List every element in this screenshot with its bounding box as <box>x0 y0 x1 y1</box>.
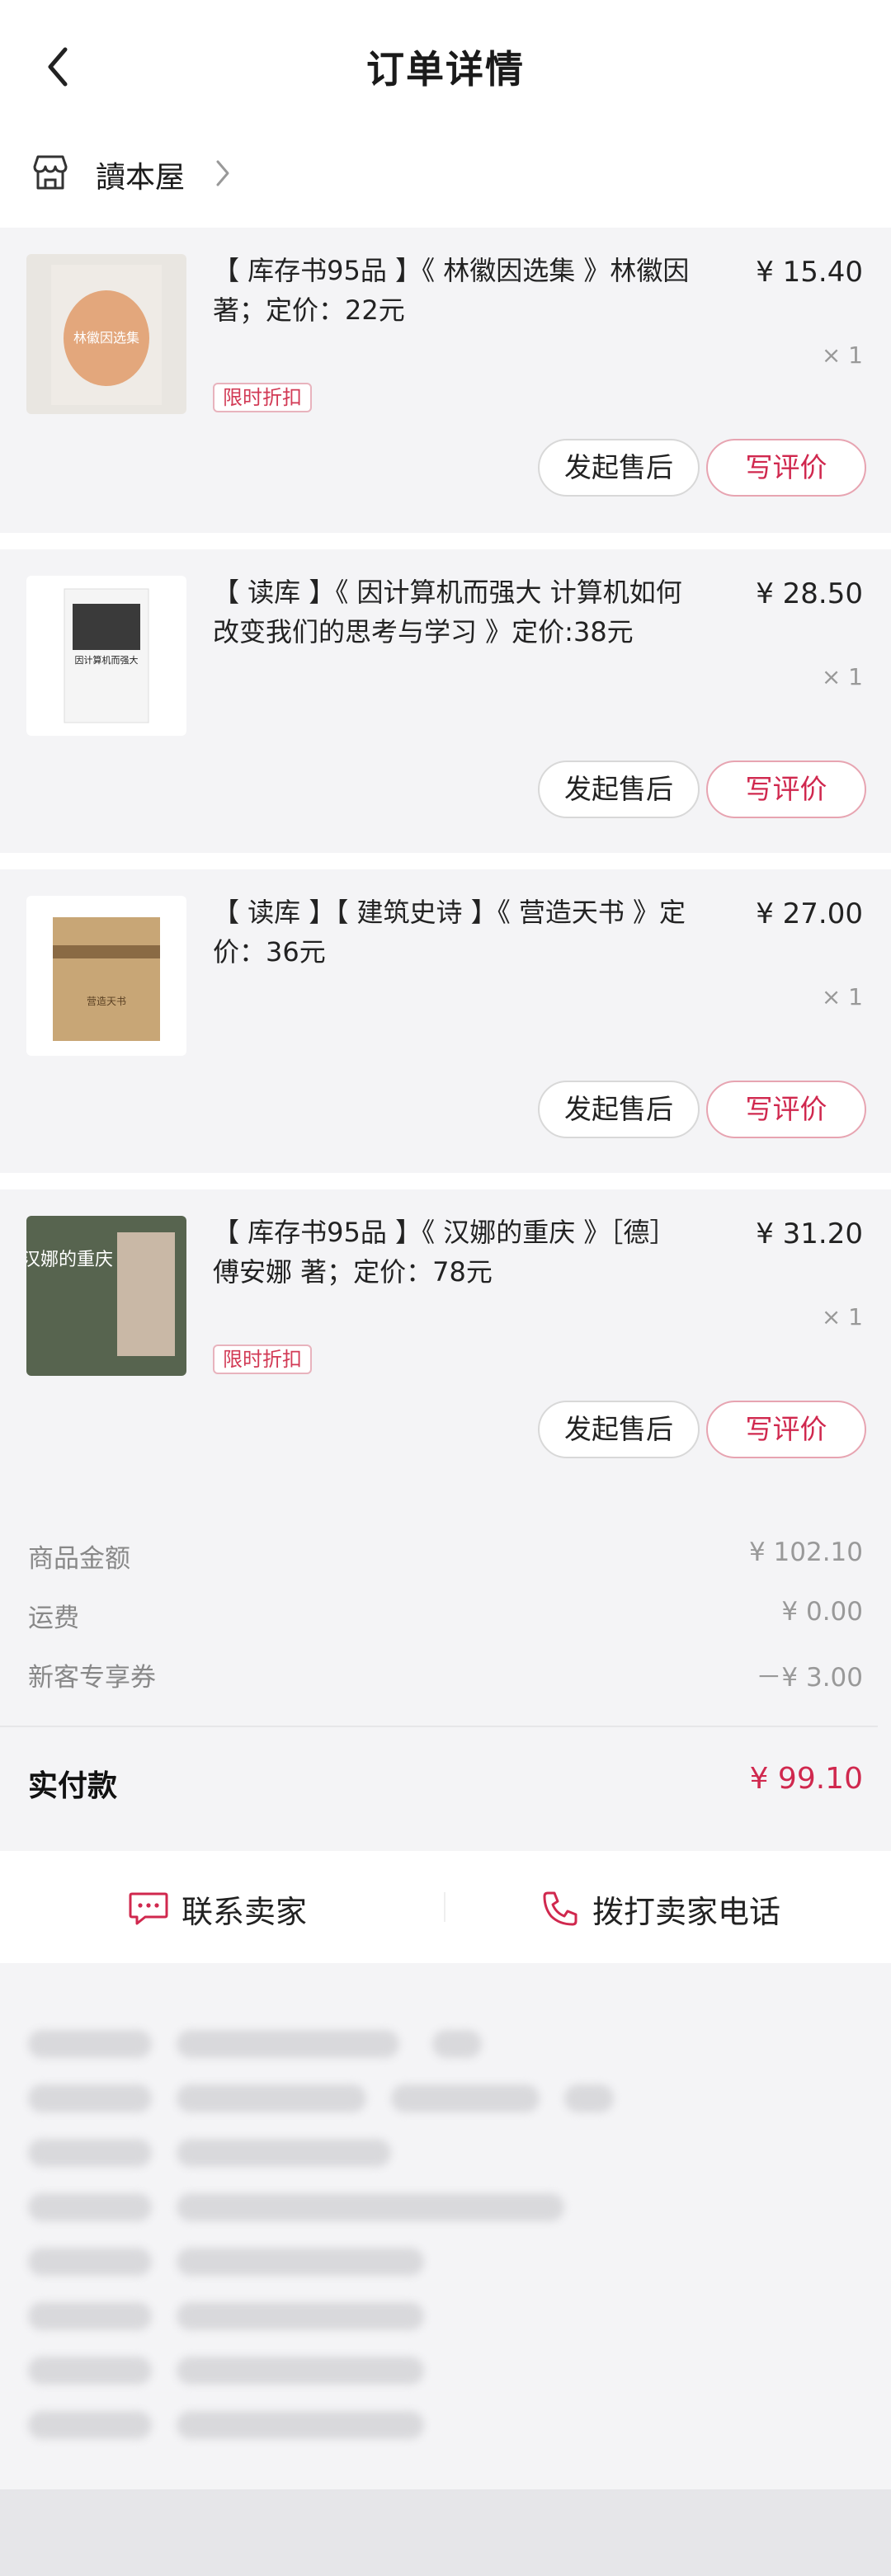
info-row <box>28 2354 424 2387</box>
item-price: ¥ 15.40 <box>756 256 863 289</box>
order-item: 林徽因选集 【 库存书95品 】《 林徽因选集 》林徽因 著；定价：22元 ¥ … <box>0 228 891 533</box>
cover-title: 因计算机而强大 <box>75 654 139 666</box>
store-icon <box>33 155 68 190</box>
info-row <box>28 2082 614 2115</box>
item-quantity: × 1 <box>821 983 863 1010</box>
book-cover[interactable]: 林徽因选集 <box>26 254 186 414</box>
item-separator <box>0 1173 891 1189</box>
item-title[interactable]: 【 库存书95品 】《 林徽因选集 》林徽因 著；定价：22元 <box>213 251 701 330</box>
chat-icon <box>129 1892 168 1925</box>
review-button[interactable]: 写评价 <box>706 1081 866 1138</box>
item-price: ¥ 27.00 <box>756 897 863 930</box>
after-sale-button[interactable]: 发起售后 <box>538 439 700 497</box>
order-item: 因计算机而强大 【 读库 】《 因计算机而强大 计算机如何改变我们的思考与学习 … <box>0 549 891 853</box>
review-button[interactable]: 写评价 <box>706 1401 866 1458</box>
cover-title: 汉娜的重庆 <box>26 1250 113 1270</box>
store-link[interactable]: 讀本屋 <box>0 132 891 228</box>
book-cover-image: 林徽因选集 <box>51 265 162 405</box>
book-cover-image: 因计算机而强大 <box>64 588 149 723</box>
info-row <box>28 2409 424 2442</box>
info-row <box>28 2300 424 2333</box>
coupon-label: 新客专享券 <box>28 1663 156 1693</box>
phone-icon <box>543 1891 578 1926</box>
chevron-right-icon <box>216 160 229 186</box>
promo-badge: 限时折扣 <box>213 383 312 412</box>
after-sale-button[interactable]: 发起售后 <box>538 1081 700 1138</box>
shipping-row: 运费 ¥ 0.00 <box>28 1597 863 1638</box>
coupon-value: －¥ 3.00 <box>756 1663 863 1693</box>
order-info-blurred <box>0 1983 891 2470</box>
info-row <box>28 2136 391 2169</box>
review-button[interactable]: 写评价 <box>706 761 866 818</box>
contact-bar: 联系卖家 拨打卖家电话 <box>0 1851 891 1963</box>
item-quantity: × 1 <box>821 1303 863 1330</box>
book-cover-image: 汉娜的重庆 <box>26 1216 186 1376</box>
goods-amount-row: 商品金额 ¥ 102.10 <box>28 1538 863 1579</box>
price-summary: 商品金额 ¥ 102.10 运费 ¥ 0.00 新客专享券 －¥ 3.00 实付… <box>0 1490 891 1831</box>
contact-seller-label: 联系卖家 <box>182 1893 308 1930</box>
book-cover[interactable]: 营造天书 <box>26 896 186 1056</box>
item-separator <box>0 533 891 549</box>
item-price: ¥ 28.50 <box>756 577 863 610</box>
after-sale-button[interactable]: 发起售后 <box>538 1401 700 1458</box>
after-sale-button[interactable]: 发起售后 <box>538 761 700 818</box>
contact-seller-button[interactable]: 联系卖家 <box>127 1884 307 1933</box>
bottom-band <box>0 2489 891 2576</box>
paid-amount-value: ¥ 99.10 <box>749 1762 863 1796</box>
page-title: 订单详情 <box>366 47 525 92</box>
item-title[interactable]: 【 读库 】《 因计算机而强大 计算机如何改变我们的思考与学习 》定价:38元 <box>213 572 701 652</box>
shipping-value: ¥ 0.00 <box>781 1597 863 1627</box>
summary-divider <box>0 1726 878 1727</box>
cover-title: 林徽因选集 <box>73 330 139 346</box>
info-row <box>28 2027 482 2060</box>
item-separator <box>0 853 891 869</box>
book-cover[interactable]: 因计算机而强大 <box>26 576 186 736</box>
item-quantity: × 1 <box>821 663 863 690</box>
store-name: 讀本屋 <box>96 161 186 195</box>
call-seller-label: 拨打卖家电话 <box>592 1893 781 1930</box>
book-cover[interactable]: 汉娜的重庆 <box>26 1216 186 1376</box>
promo-badge: 限时折扣 <box>213 1345 312 1374</box>
book-cover-image: 营造天书 <box>53 917 160 1041</box>
item-quantity: × 1 <box>821 341 863 369</box>
info-row <box>28 2245 424 2278</box>
paid-amount-label: 实付款 <box>28 1769 118 1803</box>
review-button[interactable]: 写评价 <box>706 439 866 497</box>
shipping-label: 运费 <box>28 1604 79 1633</box>
info-row <box>28 2191 564 2224</box>
item-price: ¥ 31.20 <box>756 1217 863 1250</box>
order-item: 营造天书 【 读库 】【 建筑史诗 】《 营造天书 》定价：36元 ¥ 27.0… <box>0 869 891 1173</box>
call-seller-button[interactable]: 拨打卖家电话 <box>540 1884 780 1933</box>
item-title[interactable]: 【 库存书95品 】《 汉娜的重庆 》［德］傅安娜 著；定价：78元 <box>213 1213 701 1292</box>
cover-title: 营造天书 <box>87 996 126 1007</box>
order-item: 汉娜的重庆 【 库存书95品 】《 汉娜的重庆 》［德］傅安娜 著；定价：78元… <box>0 1189 891 1490</box>
contact-divider <box>444 1892 446 1922</box>
goods-amount-label: 商品金额 <box>28 1544 130 1574</box>
item-title[interactable]: 【 读库 】【 建筑史诗 】《 营造天书 》定价：36元 <box>213 892 701 972</box>
top-bar: 订单详情 <box>0 0 891 132</box>
coupon-row: 新客专享券 －¥ 3.00 <box>28 1656 863 1698</box>
goods-amount-value: ¥ 102.10 <box>748 1538 863 1567</box>
